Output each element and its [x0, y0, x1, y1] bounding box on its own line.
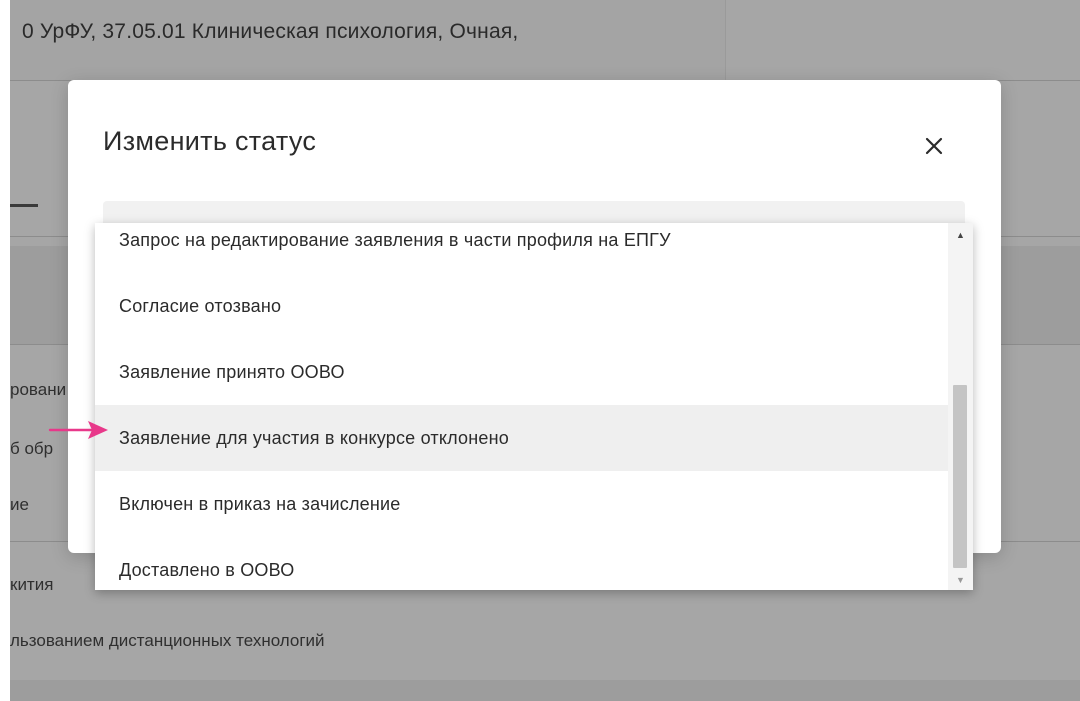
modal-title: Изменить статус — [103, 126, 317, 156]
dropdown-options: Запрос на редактирование заявления в час… — [95, 223, 948, 590]
dropdown-option[interactable]: Включен в приказ на зачисление — [95, 471, 948, 537]
background-right-cell — [726, 0, 1080, 80]
scroll-down-arrow-icon[interactable]: ▼ — [948, 572, 973, 588]
dropdown-option[interactable]: Заявление принято ООВО — [95, 339, 948, 405]
background-fragment: ровани — [10, 380, 67, 399]
background-fragment: ие — [10, 495, 29, 514]
scrollbar-thumb[interactable] — [953, 385, 967, 568]
status-dropdown-list[interactable]: Запрос на редактирование заявления в час… — [95, 223, 973, 590]
dropdown-option[interactable]: Согласие отозвано — [95, 273, 948, 339]
background-fragment: кития — [10, 575, 54, 594]
close-icon — [925, 137, 943, 155]
dropdown-option[interactable]: Доставлено в ООВО — [95, 537, 948, 590]
close-button[interactable] — [920, 132, 948, 160]
background-band — [10, 680, 1080, 701]
page: 0 УрФУ, 37.05.01 Клиническая психология,… — [0, 0, 1080, 701]
background-tab-underline — [10, 204, 38, 207]
dropdown-option-highlighted[interactable]: Заявление для участия в конкурсе отклоне… — [95, 405, 948, 471]
dropdown-option[interactable]: Запрос на редактирование заявления в час… — [95, 223, 948, 273]
background-bottom-text: льзованием дистанционных технологий — [10, 631, 325, 650]
annotation-arrow-icon — [48, 421, 108, 439]
dropdown-scrollbar[interactable]: ▲ ▼ — [948, 223, 973, 590]
left-edge-strip — [0, 0, 10, 701]
scroll-up-arrow-icon[interactable]: ▲ — [948, 227, 973, 243]
background-fragment: б обр — [10, 439, 54, 458]
background-header-text: 0 УрФУ, 37.05.01 Клиническая психология,… — [22, 20, 519, 43]
background-header-cell: 0 УрФУ, 37.05.01 Клиническая психология,… — [10, 0, 726, 80]
